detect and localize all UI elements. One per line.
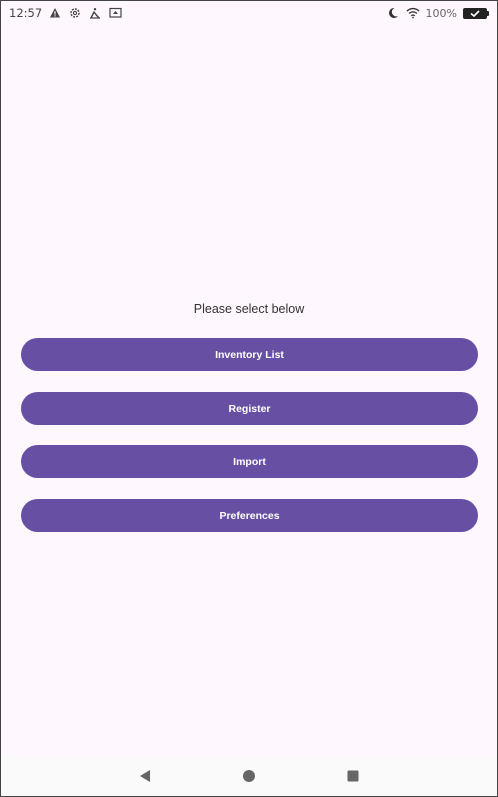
warning-icon — [48, 6, 62, 20]
battery-charging-icon — [463, 7, 489, 19]
status-bar: 12:57 100% — [1, 1, 497, 25]
home-icon[interactable] — [237, 764, 261, 788]
status-right: 100% — [386, 6, 489, 20]
status-time: 12:57 — [9, 6, 43, 20]
device-screen: 12:57 100% Please select below Inventory… — [0, 0, 498, 797]
back-icon[interactable] — [133, 764, 157, 788]
do-not-disturb-moon-icon — [386, 6, 400, 20]
register-button[interactable]: Register — [21, 392, 478, 425]
cast-icon — [108, 6, 122, 20]
accessibility-icon — [88, 6, 102, 20]
status-left: 12:57 — [9, 6, 122, 20]
battery-percentage: 100% — [425, 6, 457, 20]
settings-gear-icon — [68, 6, 82, 20]
recents-icon[interactable] — [341, 764, 365, 788]
import-button[interactable]: Import — [21, 445, 478, 478]
select-prompt: Please select below — [193, 302, 305, 316]
main-content: Please select below Inventory List Regis… — [1, 25, 497, 758]
preferences-button[interactable]: Preferences — [21, 499, 478, 532]
wifi-icon — [406, 6, 420, 20]
navigation-bar — [1, 756, 497, 796]
inventory-list-button[interactable]: Inventory List — [21, 338, 478, 371]
